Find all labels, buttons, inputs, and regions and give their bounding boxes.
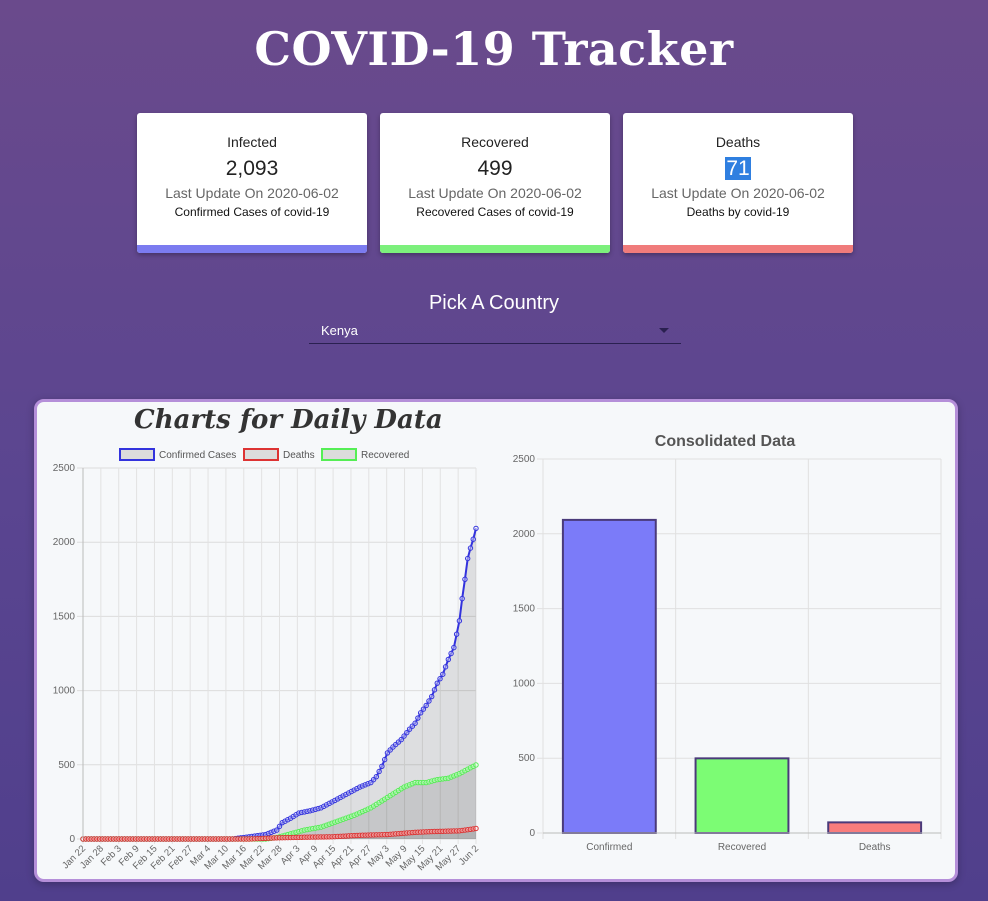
card-value: 2,093 (225, 157, 279, 180)
card-description: Confirmed Cases of covid-19 (174, 205, 330, 219)
country-select[interactable]: Kenya (309, 318, 681, 344)
card-color-bar (623, 245, 853, 253)
picker-title: Pick A Country (428, 292, 560, 314)
charts-panel-title: Charts for Daily Data (134, 405, 443, 435)
card-update: Last Update On 2020-06-02 (651, 185, 825, 201)
charts-panel (34, 399, 958, 882)
card-value-text: 71 (725, 157, 751, 180)
card-description: Recovered Cases of covid-19 (416, 205, 574, 219)
card-value: 499 (477, 157, 513, 180)
card-description: Deaths by covid-19 (686, 205, 790, 219)
card-value: 71 (623, 156, 853, 182)
card-color-bar (137, 245, 367, 253)
chevron-down-icon[interactable] (659, 328, 669, 333)
card-color-bar (380, 245, 610, 253)
recovered-card: Recovered 499 Last Update On 2020-06-02 … (380, 113, 610, 253)
page-title: COVID-19 Tracker (254, 22, 734, 76)
card-update: Last Update On 2020-06-02 (408, 185, 582, 201)
country-select-value: Kenya (321, 323, 358, 338)
card-update: Last Update On 2020-06-02 (165, 185, 339, 201)
deaths-card: Deaths 71 Last Update On 2020-06-02 Deat… (623, 113, 853, 253)
infected-card: Infected 2,093 Last Update On 2020-06-02… (137, 113, 367, 253)
card-label: Infected (227, 134, 277, 150)
card-label: Recovered (461, 134, 529, 150)
card-label: Deaths (715, 134, 761, 150)
